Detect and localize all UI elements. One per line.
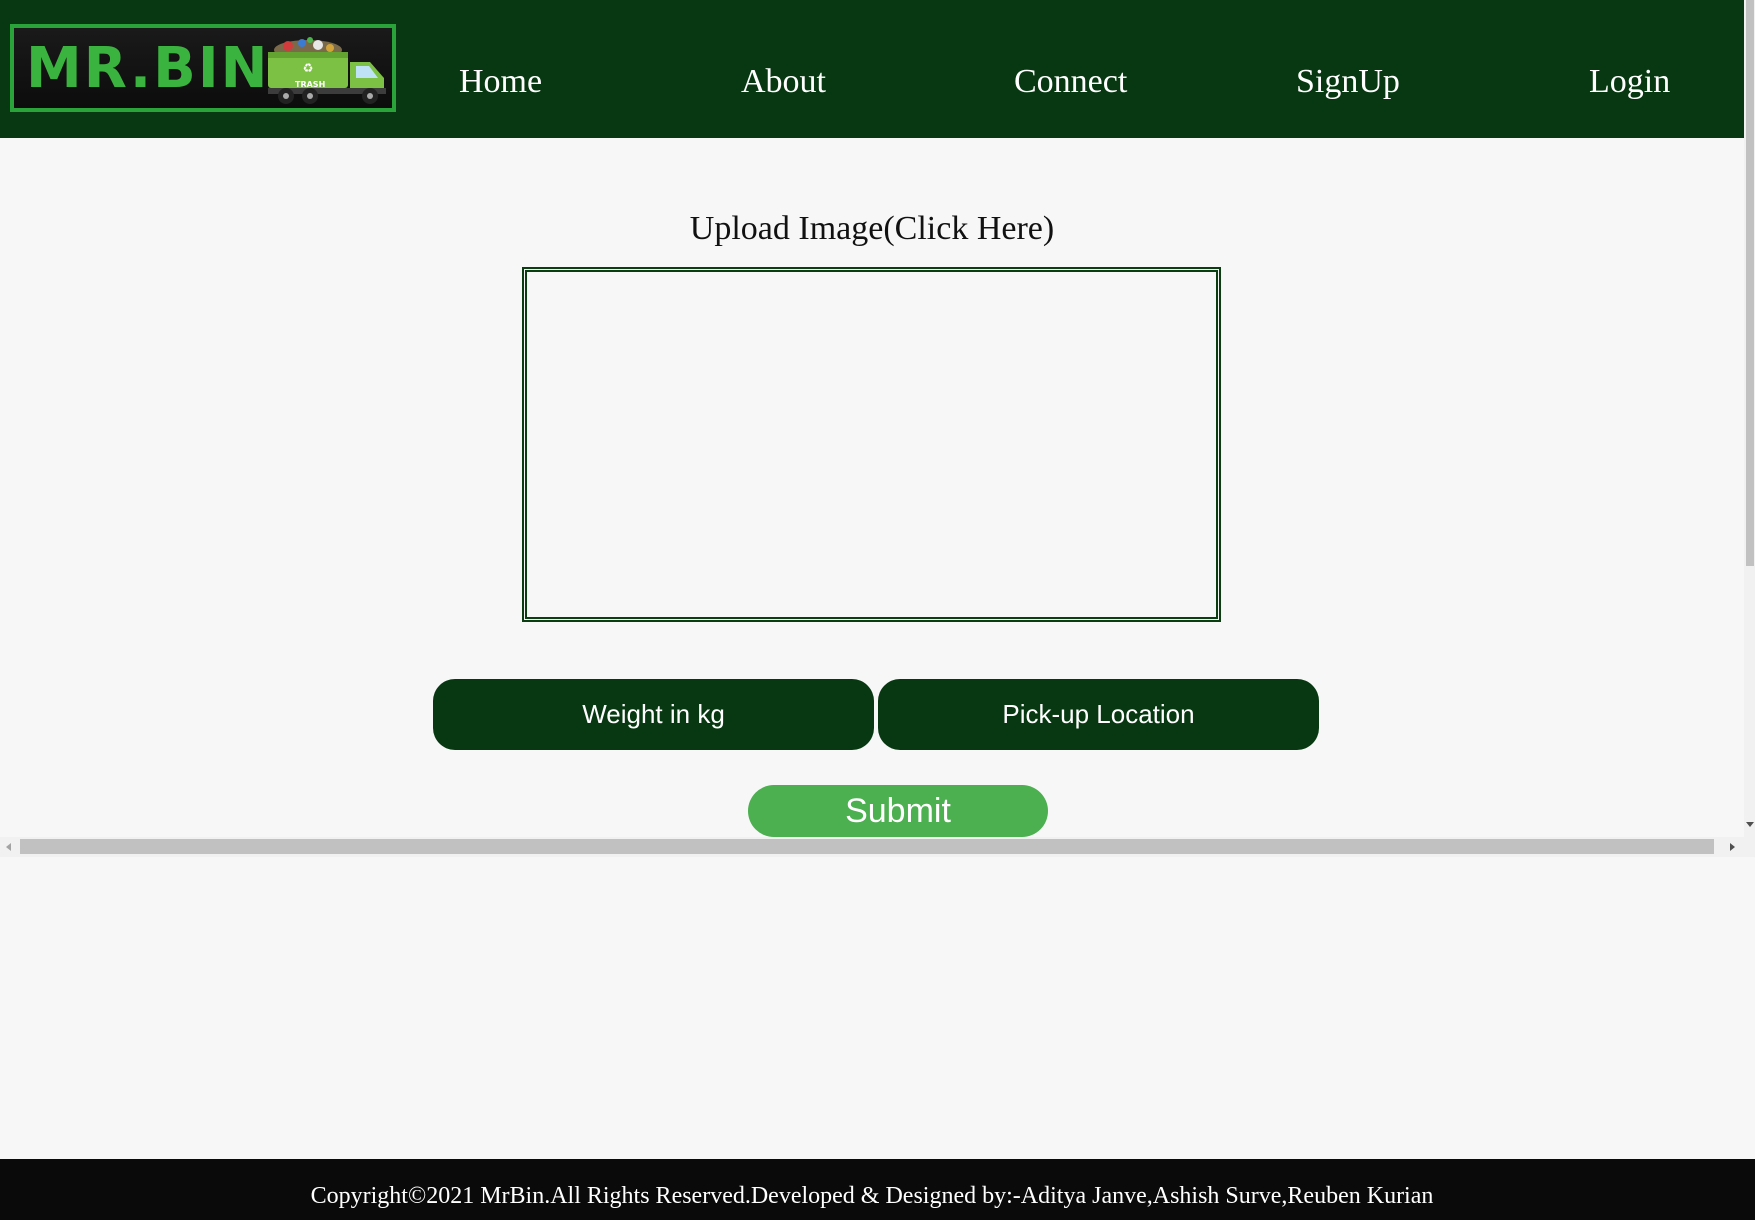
nav-signup-link[interactable]: SignUp: [1296, 58, 1400, 106]
submit-button[interactable]: Submit: [748, 785, 1048, 837]
svg-text:♻: ♻: [303, 61, 314, 75]
scroll-left-arrow-icon[interactable]: [6, 843, 11, 851]
logo-badge-text: TRASH: [295, 80, 326, 89]
logo-text: MR.BIN: [26, 36, 270, 101]
pickup-location-input[interactable]: [878, 679, 1319, 750]
site-logo[interactable]: MR.BIN ♻ TRASH: [10, 24, 396, 112]
page: MR.BIN ♻ TRASH Home About Connect SignUp…: [0, 0, 1755, 1220]
weight-input[interactable]: [433, 679, 874, 750]
site-header: MR.BIN ♻ TRASH Home About Connect SignUp…: [0, 0, 1744, 138]
garbage-truck-icon: ♻: [268, 37, 386, 104]
nav-about-link[interactable]: About: [741, 58, 826, 106]
nav-login-link[interactable]: Login: [1589, 58, 1670, 106]
site-footer: Copyright©2021 MrBin.All Rights Reserved…: [0, 1159, 1755, 1220]
nav-home-link[interactable]: Home: [459, 58, 542, 106]
vertical-scrollbar[interactable]: [1744, 0, 1755, 857]
horizontal-scroll-thumb[interactable]: [20, 839, 1714, 854]
scroll-down-arrow-icon[interactable]: [1746, 822, 1754, 827]
scroll-right-arrow-icon[interactable]: [1730, 843, 1735, 851]
image-upload-dropzone[interactable]: [522, 267, 1221, 622]
horizontal-scrollbar[interactable]: [0, 837, 1744, 857]
nav-connect-link[interactable]: Connect: [1014, 58, 1127, 106]
footer-copyright: Copyright©2021 MrBin.All Rights Reserved…: [310, 1183, 1434, 1209]
vertical-scroll-thumb[interactable]: [1746, 0, 1754, 566]
upload-image-label[interactable]: Upload Image(Click Here): [0, 205, 1744, 253]
